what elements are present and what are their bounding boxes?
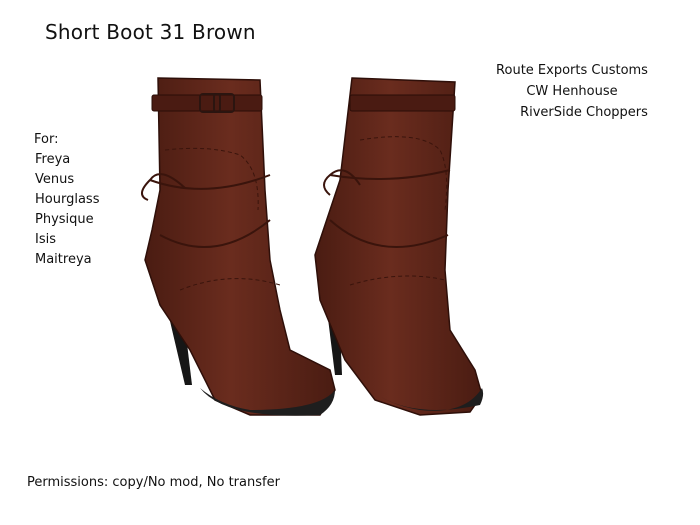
body-name: Maitreya: [35, 252, 92, 267]
right-boot: [314, 77, 484, 416]
boots-illustration: [141, 77, 484, 416]
body-name: Venus: [35, 172, 75, 187]
body-name: Hourglass: [35, 192, 100, 207]
body-name: Physique: [35, 212, 94, 227]
body-name: Freya: [35, 152, 71, 167]
permissions-text: Permissions: copy/No mod, No transfer: [27, 475, 280, 490]
compatibility-label: For:: [34, 132, 59, 147]
body-name: Isis: [35, 232, 56, 247]
left-boot: [141, 77, 336, 416]
product-title: Short Boot 31 Brown: [45, 20, 256, 44]
compatibility-list: For: Freya Venus Hourglass Physique Isis…: [34, 130, 99, 270]
